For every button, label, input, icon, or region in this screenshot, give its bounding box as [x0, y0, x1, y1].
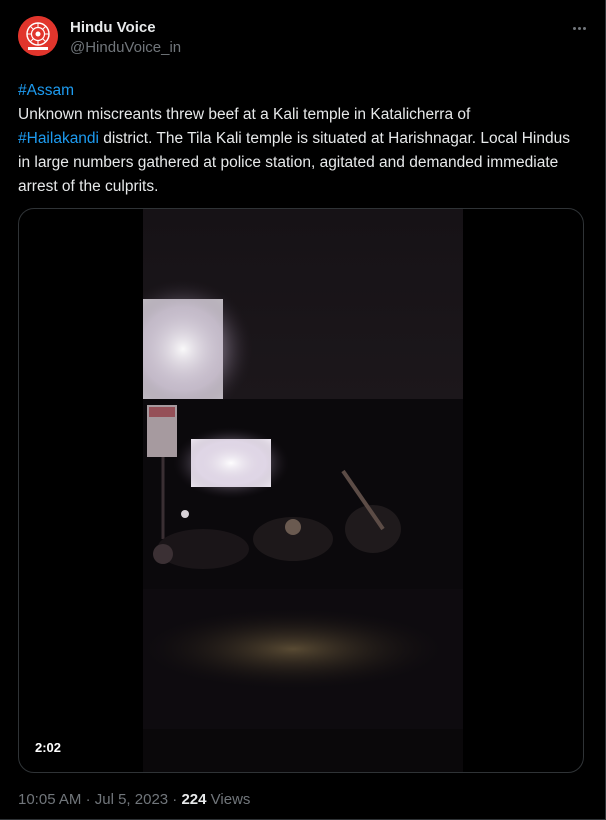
hashtag-assam[interactable]: #Assam [18, 82, 74, 99]
avatar[interactable] [18, 16, 58, 56]
display-name[interactable]: Hindu Voice [70, 18, 181, 38]
views-label: Views [210, 791, 251, 808]
tweet-text: #Assam Unknown miscreants threw beef at … [18, 79, 586, 199]
meta-separator: · [85, 791, 91, 808]
more-dot [577, 26, 581, 30]
video-player[interactable]: 2:02 [18, 208, 584, 773]
views-count[interactable]: 224 [181, 791, 206, 808]
video-thumbnail [143, 209, 463, 772]
video-duration: 2:02 [29, 738, 68, 758]
tweet-card: Hindu Voice @HinduVoice_in #Assam Unknow… [0, 0, 606, 820]
tweet-meta: 10:05 AM · Jul 5, 2023 · 224 Views [18, 790, 250, 810]
hashtag-hailakandi[interactable]: #Hailakandi [18, 130, 99, 147]
hindu-voice-logo-icon [18, 16, 58, 56]
author-names: Hindu Voice @HinduVoice_in [70, 18, 181, 58]
tweet-header: Hindu Voice @HinduVoice_in [18, 16, 589, 60]
more-dot [582, 26, 586, 30]
tweet-date[interactable]: Jul 5, 2023 [95, 791, 168, 808]
tweet-text-part-1: Unknown miscreants threw beef at a Kali … [18, 106, 471, 123]
meta-separator: · [172, 791, 178, 808]
tweet-time[interactable]: 10:05 AM [18, 791, 81, 808]
user-handle[interactable]: @HinduVoice_in [70, 38, 181, 58]
more-dot [572, 26, 576, 30]
video-frame[interactable] [143, 209, 463, 772]
tweet-text-part-2: district. The Tila Kali temple is situat… [18, 130, 570, 195]
more-options-icon[interactable] [569, 20, 589, 36]
